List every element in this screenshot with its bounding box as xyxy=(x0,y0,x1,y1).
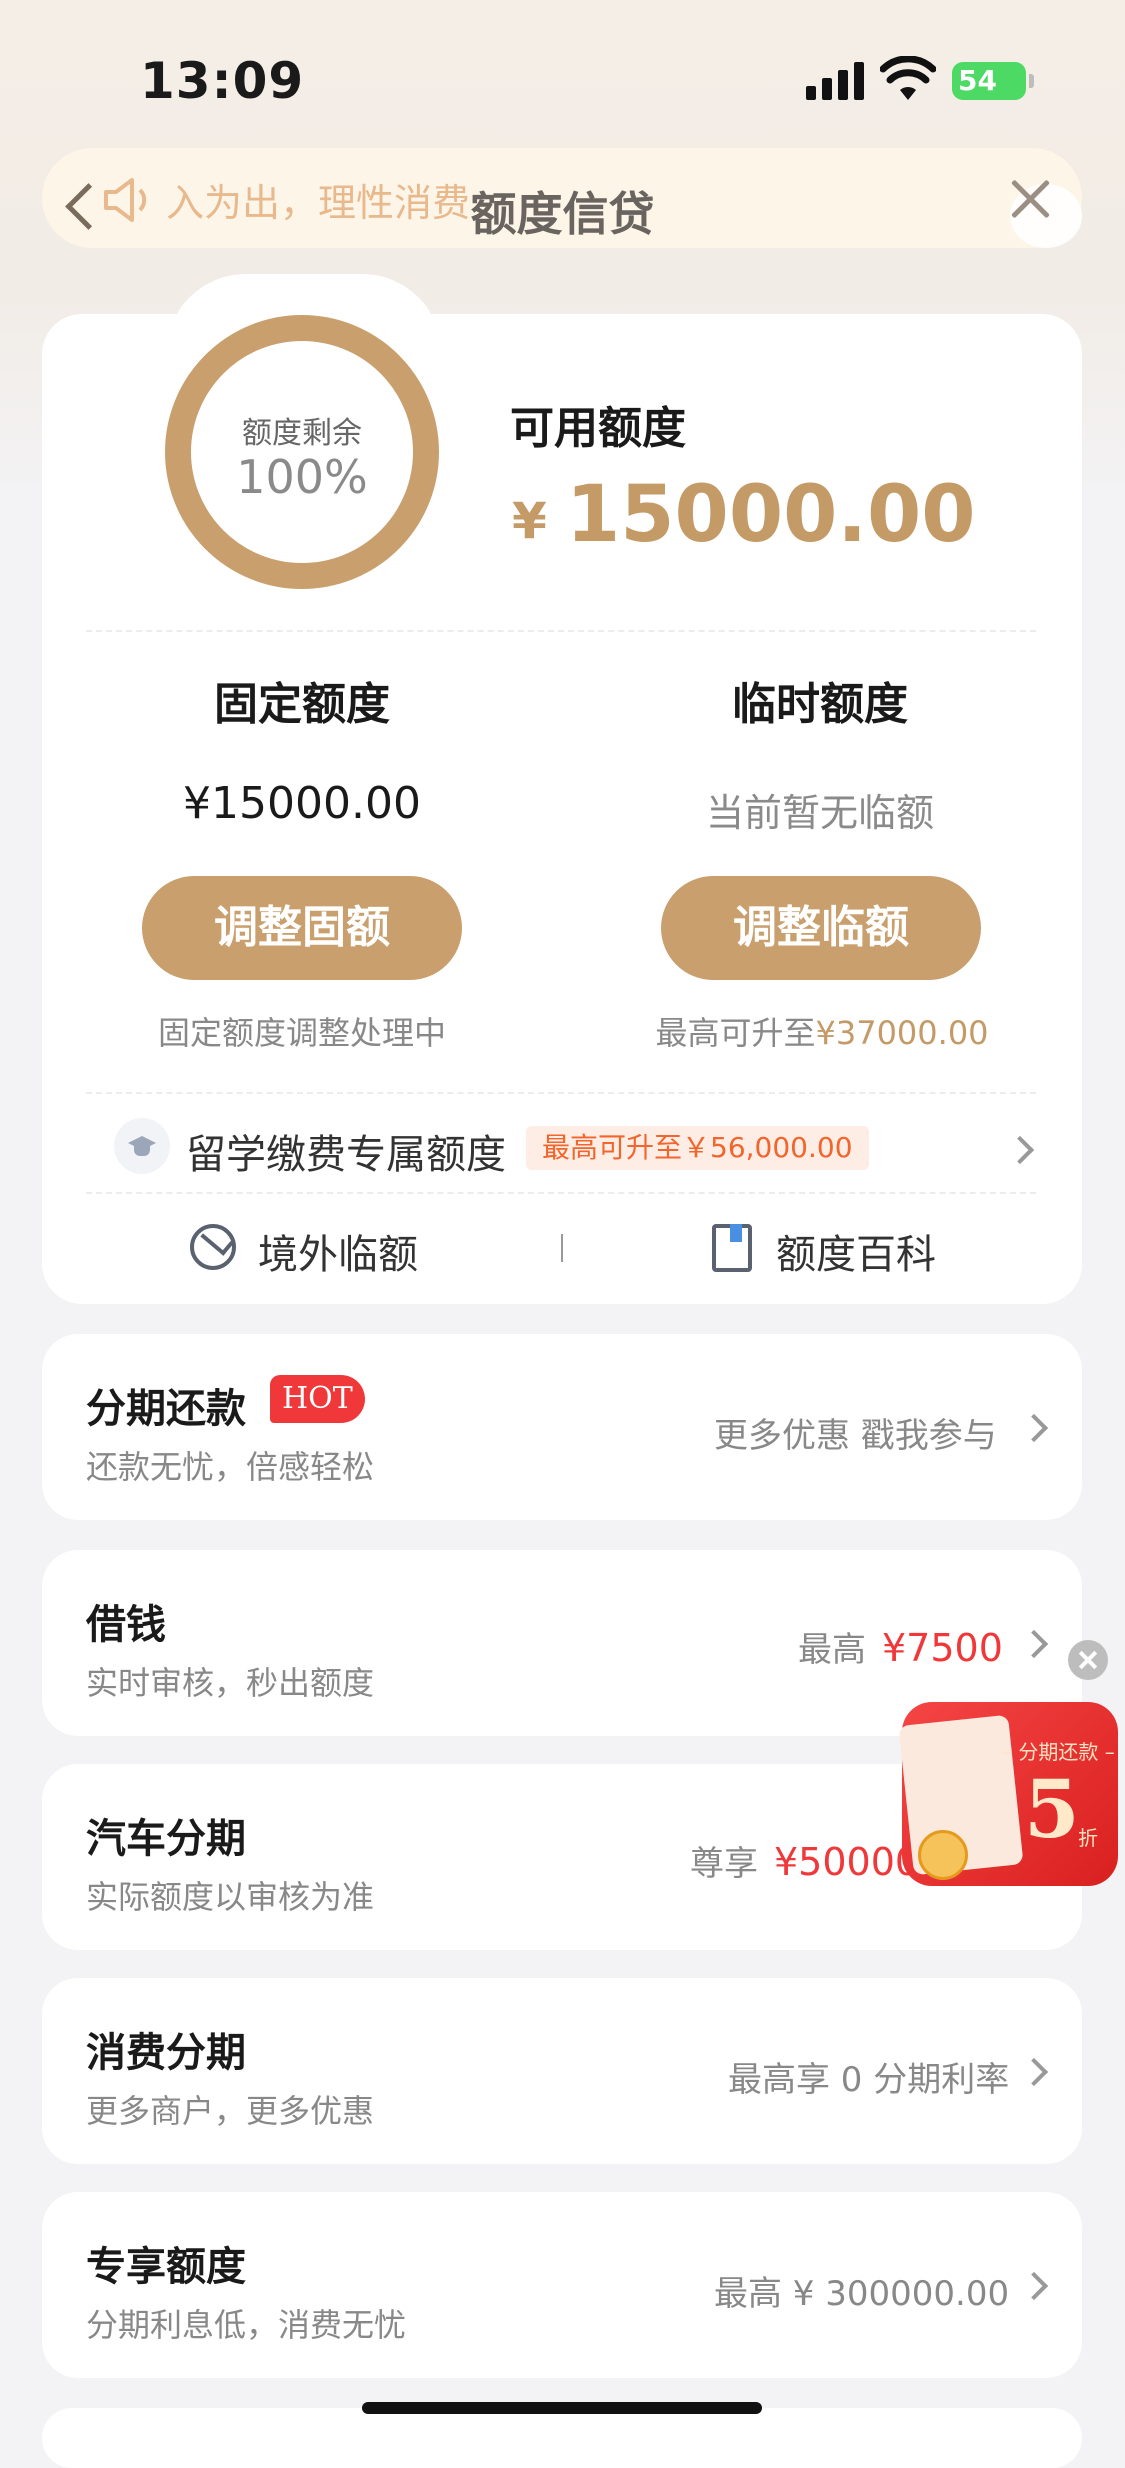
credit-wiki-link[interactable]: 额度百科 xyxy=(776,1222,936,1280)
promo-discount-unit: 折 xyxy=(1078,1826,1098,1850)
adjust-temporary-button[interactable]: 调整临额 xyxy=(661,876,981,980)
promo-tag: – 分期还款 – xyxy=(1002,1740,1115,1764)
temporary-title: 临时额度 xyxy=(732,679,908,730)
item-right-text: 最高 ¥ 300000.00 xyxy=(714,2274,1010,2314)
hot-badge: HOT xyxy=(270,1375,365,1423)
coin-icon xyxy=(918,1830,968,1880)
item-right-text: 尊享 ¥50000 xyxy=(690,1840,920,1884)
adjust-fixed-button[interactable]: 调整固额 xyxy=(142,876,462,980)
item-title: 分期还款 xyxy=(86,1386,246,1432)
fixed-value: ¥15000.00 xyxy=(183,778,421,829)
item-title: 专享额度 xyxy=(86,2244,246,2290)
overseas-temp-icon xyxy=(190,1224,236,1270)
overseas-temp-link[interactable]: 境外临额 xyxy=(258,1222,418,1280)
promo-discount-number: 5 xyxy=(1024,1762,1080,1856)
item-subtitle: 分期利息低，消费无忧 xyxy=(86,2306,407,2344)
divider xyxy=(86,1092,1036,1094)
list-item-partial xyxy=(42,2408,1082,2468)
signal-icon xyxy=(806,60,864,100)
available-currency: ¥ xyxy=(512,492,547,550)
status-time: 13:09 xyxy=(140,52,305,110)
study-abroad-label[interactable]: 留学缴费专属额度 xyxy=(186,1122,506,1180)
temporary-value: 当前暂无临额 xyxy=(705,791,934,835)
graduation-cap-icon xyxy=(114,1118,170,1174)
divider xyxy=(86,630,1036,632)
promo-close-icon[interactable] xyxy=(1068,1640,1108,1680)
item-title: 汽车分期 xyxy=(86,1816,246,1862)
temporary-note: 最高可升至¥37000.00 xyxy=(655,1014,989,1052)
item-subtitle: 实际额度以审核为准 xyxy=(86,1878,375,1916)
available-amount: 15000.00 xyxy=(566,470,976,560)
item-subtitle: 实时审核，秒出额度 xyxy=(86,1664,375,1702)
item-subtitle: 还款无忧，倍感轻松 xyxy=(86,1448,375,1486)
home-indicator xyxy=(362,2402,762,2414)
battery-icon: 54 xyxy=(952,62,1034,100)
available-label: 可用额度 xyxy=(510,403,686,454)
item-subtitle: 更多商户，更多优惠 xyxy=(86,2092,375,2130)
item-title: 借钱 xyxy=(86,1602,166,1648)
divider xyxy=(86,1192,1036,1194)
ring-percent: 100% xyxy=(236,450,368,504)
item-title: 消费分期 xyxy=(86,2030,246,2076)
item-right-text: 最高享 0 分期利率 xyxy=(728,2060,1010,2100)
fixed-title: 固定额度 xyxy=(214,679,390,730)
book-icon xyxy=(712,1224,752,1272)
wifi-icon xyxy=(879,55,937,102)
item-right-text: 更多优惠 戳我参与 xyxy=(714,1416,997,1456)
page-title: 额度信贷 xyxy=(470,187,655,241)
fixed-note: 固定额度调整处理中 xyxy=(157,1014,446,1052)
item-right-text: 最高 ¥7500 xyxy=(798,1626,1003,1670)
close-icon[interactable] xyxy=(1008,176,1052,220)
study-abroad-badge: 最高可升至￥56,000.00 xyxy=(526,1126,869,1170)
ring-label: 额度剩余 xyxy=(242,416,362,451)
separator xyxy=(561,1234,563,1262)
